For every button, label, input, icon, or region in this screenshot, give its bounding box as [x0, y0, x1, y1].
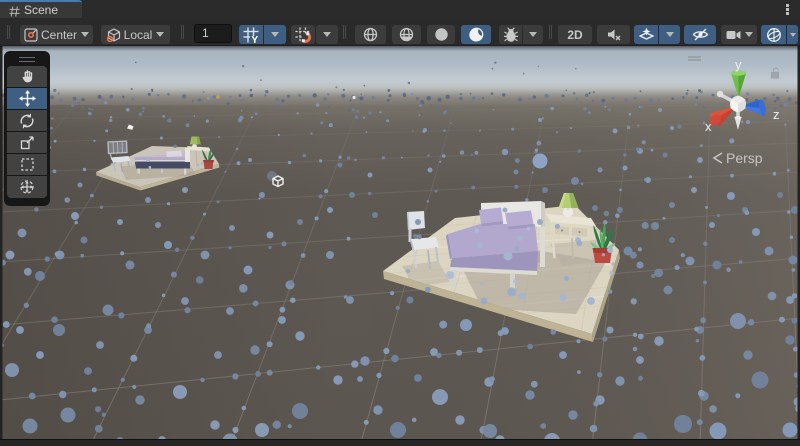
svg-text:z: z [773, 107, 780, 122]
svg-text:y: y [735, 57, 742, 72]
svg-text:Persp: Persp [726, 150, 763, 166]
svg-text:Y: Y [251, 34, 258, 43]
svg-text:x: x [705, 119, 712, 134]
